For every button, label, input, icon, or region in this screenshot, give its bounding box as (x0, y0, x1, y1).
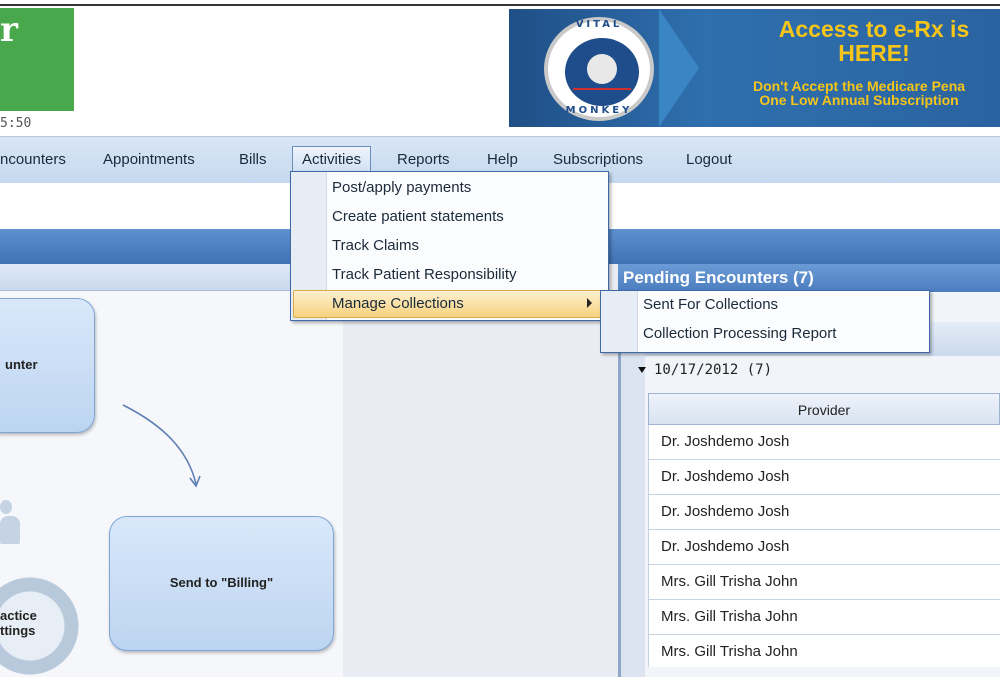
person-icon (0, 500, 20, 546)
flow-arrow (122, 404, 201, 488)
pending-encounters-header: Pending Encounters (7) (618, 264, 1000, 292)
banner-subline2: One Low Annual Subscription (759, 92, 959, 108)
collections-submenu: Sent For Collections Collection Processi… (600, 290, 930, 353)
app-logo[interactable]: r (0, 8, 74, 111)
practice-settings-label: actice ttings (0, 608, 37, 638)
table-row[interactable]: Dr. Joshdemo Josh (648, 530, 1000, 565)
table-row[interactable]: Mrs. Gill Trisha John (648, 635, 1000, 667)
banner-headline-line1: Access to e-Rx is (778, 16, 970, 42)
practice-settings-line1: actice (0, 608, 37, 623)
middle-panel (343, 264, 618, 677)
banner-chevron (659, 9, 699, 127)
group-row-date[interactable]: 10/17/2012 (7) (638, 362, 772, 378)
menu-item-collection-processing-report[interactable]: Collection Processing Report (643, 325, 836, 342)
group-date-label: 10/17/2012 (7) (654, 362, 773, 378)
banner-subline1: Don't Accept the Medicare Pena (752, 78, 966, 94)
menu-logout[interactable]: Logout (686, 151, 732, 168)
logo-text: r (0, 10, 18, 50)
menu-item-manage-collections[interactable]: Manage Collections (332, 295, 464, 312)
send-to-billing-box[interactable]: Send to "Billing" (109, 516, 334, 651)
table-row[interactable]: Mrs. Gill Trisha John (648, 600, 1000, 635)
encounter-step-box[interactable]: unter (0, 298, 95, 433)
pending-grid: Provider Dr. Joshdemo Josh Dr. Joshdemo … (648, 393, 1000, 667)
table-row[interactable]: Mrs. Gill Trisha John (648, 565, 1000, 600)
menu-subscriptions[interactable]: Subscriptions (553, 151, 643, 168)
send-to-billing-label: Send to "Billing" (169, 575, 274, 590)
menu-activities[interactable]: Activities (292, 146, 372, 173)
encounter-step-label: unter (5, 357, 38, 372)
menu-item-track-patient-responsibility[interactable]: Track Patient Responsibility (332, 266, 517, 283)
menu-item-post-apply-payments[interactable]: Post/apply payments (332, 179, 471, 196)
column-header-provider[interactable]: Provider (648, 393, 1000, 425)
heartbeat-icon (573, 78, 631, 90)
activities-dropdown: Post/apply payments Create patient state… (290, 171, 609, 321)
seal-text-bottom: MONKEY (565, 105, 633, 116)
menu-item-track-claims[interactable]: Track Claims (332, 237, 419, 254)
table-row[interactable]: Dr. Joshdemo Josh (648, 495, 1000, 530)
collapse-arrow-icon[interactable] (638, 367, 646, 373)
submenu-arrow-icon (587, 298, 592, 308)
table-row[interactable]: Dr. Joshdemo Josh (648, 460, 1000, 495)
table-row[interactable]: Dr. Joshdemo Josh (648, 425, 1000, 460)
erx-ad-banner[interactable]: VITAL MONKEY Access to e-Rx is HERE! Don… (509, 9, 1000, 127)
menu-item-sent-for-collections[interactable]: Sent For Collections (643, 296, 778, 313)
submenu-icon-strip (601, 291, 638, 352)
menu-reports[interactable]: Reports (397, 151, 450, 168)
menu-item-create-patient-statements[interactable]: Create patient statements (332, 208, 504, 225)
menu-help[interactable]: Help (487, 151, 518, 168)
banner-headline-line2: HERE! (838, 40, 910, 66)
top-border (0, 4, 1000, 6)
banner-headline: Access to e-Rx is HERE! (739, 17, 1000, 65)
vital-monkey-seal: VITAL MONKEY (544, 17, 654, 121)
practice-settings-line2: ttings (0, 623, 36, 638)
menu-encounters[interactable]: ncounters (0, 151, 66, 168)
pending-encounters-title: Pending Encounters (7) (623, 268, 814, 287)
clock-readout: 5:50 (0, 116, 32, 131)
seal-text-top: VITAL (575, 19, 623, 30)
menu-bills[interactable]: Bills (239, 151, 267, 168)
seal-emblem (562, 35, 642, 109)
banner-subline: Don't Accept the Medicare Pena One Low A… (709, 79, 1000, 107)
menu-appointments[interactable]: Appointments (103, 151, 195, 168)
